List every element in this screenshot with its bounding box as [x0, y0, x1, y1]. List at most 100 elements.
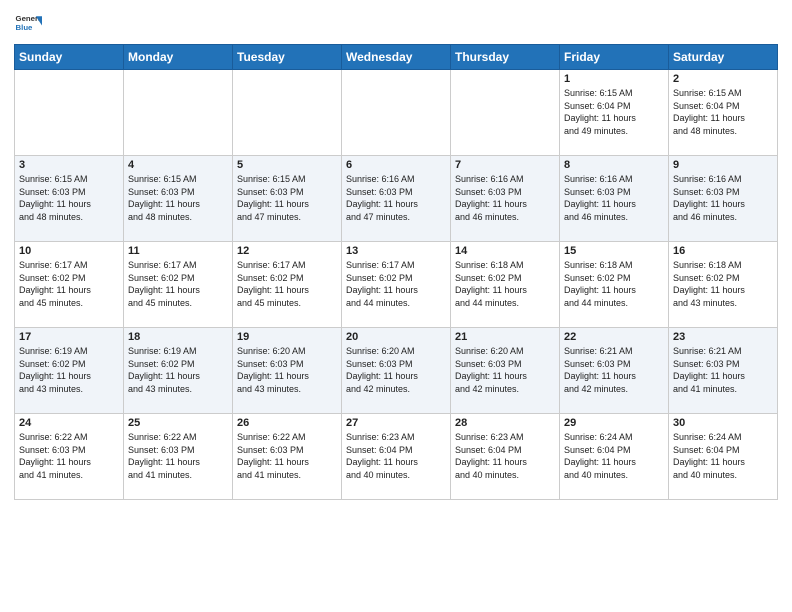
- day-info: Sunrise: 6:23 AM Sunset: 6:04 PM Dayligh…: [455, 431, 555, 481]
- calendar-cell: 8 Sunrise: 6:16 AM Sunset: 6:03 PM Daylig…: [560, 156, 669, 242]
- day-number: 26: [237, 417, 337, 429]
- day-number: 13: [346, 245, 446, 257]
- week-row-2: 10 Sunrise: 6:17 AM Sunset: 6:02 PM Dayli…: [15, 242, 778, 328]
- day-number: 29: [564, 417, 664, 429]
- day-info: Sunrise: 6:17 AM Sunset: 6:02 PM Dayligh…: [237, 259, 337, 309]
- calendar-cell: 29 Sunrise: 6:24 AM Sunset: 6:04 PM Dayli…: [560, 414, 669, 500]
- calendar-cell: 19Sunrise: 6:20 AM Sunset: 6:03 PM Dayli…: [233, 328, 342, 414]
- weekday-header-tuesday: Tuesday: [233, 45, 342, 70]
- calendar-cell: [15, 70, 124, 156]
- header: General Blue: [14, 10, 778, 38]
- calendar-cell: 4Sunrise: 6:15 AM Sunset: 6:03 PM Daylig…: [124, 156, 233, 242]
- day-number: 15: [564, 245, 664, 257]
- day-info: Sunrise: 6:17 AM Sunset: 6:02 PM Dayligh…: [346, 259, 446, 309]
- day-number: 11: [128, 245, 228, 257]
- week-row-0: 1 Sunrise: 6:15 AM Sunset: 6:04 PM Daylig…: [15, 70, 778, 156]
- day-number: 19: [237, 331, 337, 343]
- day-info: Sunrise: 6:22 AM Sunset: 6:03 PM Dayligh…: [237, 431, 337, 481]
- day-number: 7: [455, 159, 555, 171]
- week-row-1: 3 Sunrise: 6:15 AM Sunset: 6:03 PM Daylig…: [15, 156, 778, 242]
- calendar-cell: 1 Sunrise: 6:15 AM Sunset: 6:04 PM Daylig…: [560, 70, 669, 156]
- calendar-cell: [342, 70, 451, 156]
- day-info: Sunrise: 6:18 AM Sunset: 6:02 PM Dayligh…: [455, 259, 555, 309]
- calendar-cell: 28 Sunrise: 6:23 AM Sunset: 6:04 PM Dayli…: [451, 414, 560, 500]
- calendar-cell: 9Sunrise: 6:16 AM Sunset: 6:03 PM Daylig…: [669, 156, 778, 242]
- day-number: 17: [19, 331, 119, 343]
- day-number: 8: [564, 159, 664, 171]
- day-number: 14: [455, 245, 555, 257]
- day-info: Sunrise: 6:23 AM Sunset: 6:04 PM Dayligh…: [346, 431, 446, 481]
- weekday-header-sunday: Sunday: [15, 45, 124, 70]
- calendar-cell: 21 Sunrise: 6:20 AM Sunset: 6:03 PM Dayli…: [451, 328, 560, 414]
- day-info: Sunrise: 6:21 AM Sunset: 6:03 PM Dayligh…: [673, 345, 773, 395]
- calendar-cell: 10 Sunrise: 6:17 AM Sunset: 6:02 PM Dayli…: [15, 242, 124, 328]
- day-number: 28: [455, 417, 555, 429]
- calendar-cell: 25 Sunrise: 6:22 AM Sunset: 6:03 PM Dayli…: [124, 414, 233, 500]
- calendar-cell: 26 Sunrise: 6:22 AM Sunset: 6:03 PM Dayli…: [233, 414, 342, 500]
- calendar-cell: 24 Sunrise: 6:22 AM Sunset: 6:03 PM Dayli…: [15, 414, 124, 500]
- day-number: 23: [673, 331, 773, 343]
- day-info: Sunrise: 6:16 AM Sunset: 6:03 PM Dayligh…: [455, 173, 555, 223]
- calendar-cell: [451, 70, 560, 156]
- calendar-cell: 12 Sunrise: 6:17 AM Sunset: 6:02 PM Dayli…: [233, 242, 342, 328]
- day-number: 21: [455, 331, 555, 343]
- day-number: 2: [673, 73, 773, 85]
- weekday-header-monday: Monday: [124, 45, 233, 70]
- logo: General Blue: [14, 10, 42, 38]
- calendar-cell: 20Sunrise: 6:20 AM Sunset: 6:03 PM Dayli…: [342, 328, 451, 414]
- calendar-cell: 14 Sunrise: 6:18 AM Sunset: 6:02 PM Dayli…: [451, 242, 560, 328]
- calendar-cell: 3 Sunrise: 6:15 AM Sunset: 6:03 PM Daylig…: [15, 156, 124, 242]
- day-number: 25: [128, 417, 228, 429]
- day-number: 6: [346, 159, 446, 171]
- day-info: Sunrise: 6:22 AM Sunset: 6:03 PM Dayligh…: [19, 431, 119, 481]
- day-info: Sunrise: 6:16 AM Sunset: 6:03 PM Dayligh…: [564, 173, 664, 223]
- day-info: Sunrise: 6:15 AM Sunset: 6:03 PM Dayligh…: [19, 173, 119, 223]
- day-info: Sunrise: 6:15 AM Sunset: 6:03 PM Dayligh…: [237, 173, 337, 223]
- day-info: Sunrise: 6:16 AM Sunset: 6:03 PM Dayligh…: [673, 173, 773, 223]
- calendar-cell: [233, 70, 342, 156]
- day-number: 24: [19, 417, 119, 429]
- day-number: 27: [346, 417, 446, 429]
- calendar-cell: 17Sunrise: 6:19 AM Sunset: 6:02 PM Dayli…: [15, 328, 124, 414]
- day-number: 1: [564, 73, 664, 85]
- calendar-cell: 15 Sunrise: 6:18 AM Sunset: 6:02 PM Dayli…: [560, 242, 669, 328]
- calendar-page: General Blue SundayMondayTuesdayWednesda…: [0, 0, 792, 612]
- day-number: 16: [673, 245, 773, 257]
- day-number: 3: [19, 159, 119, 171]
- weekday-header-friday: Friday: [560, 45, 669, 70]
- day-number: 12: [237, 245, 337, 257]
- calendar-cell: 5Sunrise: 6:15 AM Sunset: 6:03 PM Daylig…: [233, 156, 342, 242]
- calendar-cell: 22 Sunrise: 6:21 AM Sunset: 6:03 PM Dayli…: [560, 328, 669, 414]
- week-row-3: 17 Sunrise: 6:19 AM Sunset: 6:02 PM Dayli…: [15, 328, 778, 414]
- calendar-cell: 11 Sunrise: 6:17 AM Sunset: 6:02 PM Dayli…: [124, 242, 233, 328]
- day-info: Sunrise: 6:20 AM Sunset: 6:03 PM Dayligh…: [455, 345, 555, 395]
- weekday-header-row: SundayMondayTuesdayWednesdayThursdayFrid…: [15, 45, 778, 70]
- day-number: 10: [19, 245, 119, 257]
- day-info: Sunrise: 6:19 AM Sunset: 6:02 PM Dayligh…: [128, 345, 228, 395]
- calendar-cell: 7 Sunrise: 6:16 AM Sunset: 6:03 PM Daylig…: [451, 156, 560, 242]
- day-info: Sunrise: 6:17 AM Sunset: 6:02 PM Dayligh…: [19, 259, 119, 309]
- calendar-cell: 30Sunrise: 6:24 AM Sunset: 6:04 PM Dayli…: [669, 414, 778, 500]
- day-info: Sunrise: 6:18 AM Sunset: 6:02 PM Dayligh…: [673, 259, 773, 309]
- day-info: Sunrise: 6:17 AM Sunset: 6:02 PM Dayligh…: [128, 259, 228, 309]
- week-row-4: 24 Sunrise: 6:22 AM Sunset: 6:03 PM Dayli…: [15, 414, 778, 500]
- calendar-cell: [124, 70, 233, 156]
- day-info: Sunrise: 6:21 AM Sunset: 6:03 PM Dayligh…: [564, 345, 664, 395]
- calendar-cell: 23 Sunrise: 6:21 AM Sunset: 6:03 PM Dayli…: [669, 328, 778, 414]
- day-info: Sunrise: 6:15 AM Sunset: 6:04 PM Dayligh…: [564, 87, 664, 137]
- day-number: 4: [128, 159, 228, 171]
- svg-text:Blue: Blue: [16, 23, 34, 32]
- day-number: 22: [564, 331, 664, 343]
- day-info: Sunrise: 6:22 AM Sunset: 6:03 PM Dayligh…: [128, 431, 228, 481]
- weekday-header-saturday: Saturday: [669, 45, 778, 70]
- day-info: Sunrise: 6:15 AM Sunset: 6:04 PM Dayligh…: [673, 87, 773, 137]
- calendar-cell: 16 Sunrise: 6:18 AM Sunset: 6:02 PM Dayli…: [669, 242, 778, 328]
- calendar-table: SundayMondayTuesdayWednesdayThursdayFrid…: [14, 44, 778, 500]
- day-number: 20: [346, 331, 446, 343]
- calendar-cell: 13 Sunrise: 6:17 AM Sunset: 6:02 PM Dayli…: [342, 242, 451, 328]
- day-info: Sunrise: 6:16 AM Sunset: 6:03 PM Dayligh…: [346, 173, 446, 223]
- day-info: Sunrise: 6:18 AM Sunset: 6:02 PM Dayligh…: [564, 259, 664, 309]
- calendar-cell: 18 Sunrise: 6:19 AM Sunset: 6:02 PM Dayli…: [124, 328, 233, 414]
- day-info: Sunrise: 6:24 AM Sunset: 6:04 PM Dayligh…: [564, 431, 664, 481]
- day-number: 18: [128, 331, 228, 343]
